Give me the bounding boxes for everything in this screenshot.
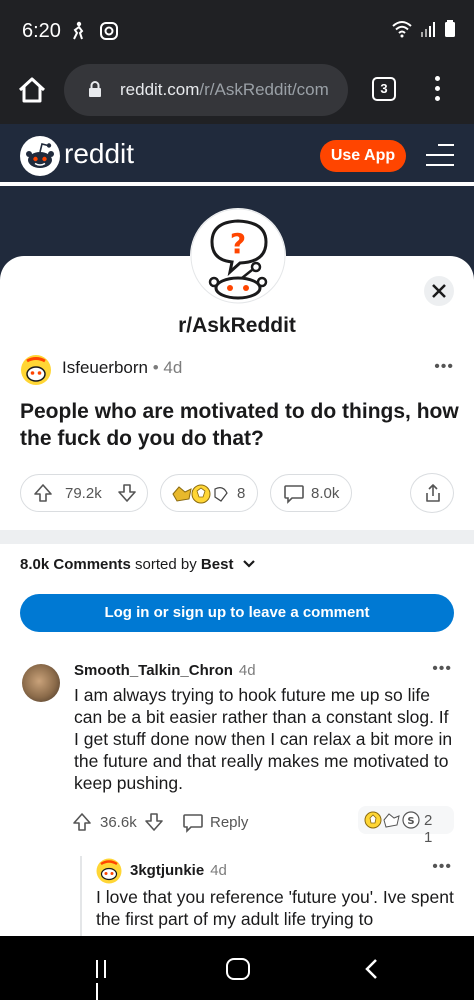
url-path: /r/AskReddit/com: [199, 80, 329, 99]
person-run-icon: [73, 22, 84, 40]
post-vote-bar: 79.2k: [20, 474, 148, 512]
instagram-icon: [100, 22, 119, 41]
home-nav-icon[interactable]: [226, 958, 250, 980]
browser-toolbar: reddit.com/r/AskReddit/com 3: [0, 60, 474, 124]
comment-timestamp: 4d: [210, 862, 227, 879]
post-timestamp: 4d: [163, 358, 183, 377]
url-text: reddit.com/r/AskReddit/com: [120, 80, 340, 100]
awards-icon: S: [364, 811, 420, 829]
sort-value[interactable]: Best: [201, 556, 234, 573]
status-bar: 6:20: [0, 0, 474, 60]
address-bar[interactable]: reddit.com/r/AskReddit/com: [64, 64, 348, 116]
comment-award-count: 2 1: [424, 812, 437, 846]
post-author-name[interactable]: Isfeuerborn: [62, 358, 148, 377]
comment-author-name[interactable]: 3kgtjunkie: [130, 862, 204, 879]
comments-count: 8.0k Comments: [20, 556, 131, 573]
post-share-button[interactable]: [410, 473, 454, 513]
wifi-icon: [392, 21, 412, 38]
comment-author-name[interactable]: Smooth_Talkin_Chron: [74, 662, 233, 679]
awards-icon: [172, 484, 228, 504]
notification-icons: [68, 20, 119, 41]
status-time: 6:20: [22, 20, 61, 42]
home-icon[interactable]: [16, 74, 48, 106]
browser-menu-icon[interactable]: [432, 76, 442, 104]
comment-awards[interactable]: S 2 1: [358, 806, 454, 846]
reply-button[interactable]: Reply: [210, 814, 248, 831]
author-avatar-icon[interactable]: [20, 354, 52, 386]
signal-icon: [420, 22, 435, 37]
post-comment-count: 8.0k: [311, 485, 340, 502]
battery-icon: [445, 20, 455, 37]
system-icons: [391, 20, 456, 38]
tab-switcher-button[interactable]: 3: [372, 77, 396, 101]
subreddit-name[interactable]: r/AskReddit: [0, 314, 474, 338]
close-icon: [432, 284, 446, 298]
upvote-icon[interactable]: [33, 483, 53, 503]
downvote-icon[interactable]: [144, 812, 164, 832]
comment-body: I love that you reference 'future you'. …: [96, 887, 454, 929]
comment-more-options-icon[interactable]: •••: [432, 858, 452, 876]
post-awards-button[interactable]: 8: [160, 474, 258, 512]
commenter-avatar[interactable]: [22, 664, 60, 702]
recent-apps-icon[interactable]: [96, 960, 118, 1000]
reply-icon[interactable]: [182, 813, 204, 833]
comment-author[interactable]: 3kgtjunkie 4d: [130, 862, 227, 879]
comments-sort-bar[interactable]: 8.0k Comments sorted by Best: [20, 556, 256, 573]
comment-score: 36.6k: [100, 814, 137, 831]
post-more-options-icon[interactable]: •••: [434, 358, 454, 376]
section-divider: [0, 530, 474, 544]
reddit-wordmark[interactable]: reddit: [64, 138, 134, 170]
post-meta: Isfeuerborn • 4d •••: [20, 352, 454, 386]
login-to-comment-button[interactable]: Log in or sign up to leave a comment: [20, 594, 454, 632]
comment-more-options-icon[interactable]: •••: [432, 660, 452, 678]
post-comments-button[interactable]: 8.0k: [270, 474, 352, 512]
reddit-header: reddit Use App: [0, 124, 474, 186]
svg-text:S: S: [407, 816, 414, 827]
url-host: reddit.com: [120, 80, 200, 99]
comment-icon: [284, 485, 304, 504]
reddit-logo-icon[interactable]: [20, 136, 60, 176]
share-icon: [426, 484, 440, 502]
comment-body: I am always trying to hook future me up …: [74, 685, 453, 793]
post-award-count: 8: [237, 485, 246, 502]
comment-author[interactable]: Smooth_Talkin_Chron 4d: [74, 662, 256, 679]
comment-timestamp: 4d: [238, 662, 256, 679]
sorted-by-label: sorted by: [135, 556, 197, 573]
back-icon[interactable]: [362, 958, 382, 980]
post-score: 79.2k: [65, 485, 102, 502]
upvote-icon[interactable]: [72, 812, 92, 832]
close-button[interactable]: [424, 276, 454, 306]
chevron-down-icon[interactable]: [242, 559, 256, 569]
meta-separator: •: [152, 358, 159, 377]
svg-text:?: ?: [230, 227, 246, 260]
system-navigation-bar: [0, 936, 474, 1000]
post-title: People who are motivated to do things, h…: [20, 400, 459, 450]
use-app-button[interactable]: Use App: [320, 140, 406, 172]
lock-icon: [89, 81, 101, 97]
thread-line[interactable]: [80, 856, 82, 946]
downvote-icon[interactable]: [117, 483, 137, 503]
subreddit-avatar-icon: ?: [190, 208, 286, 304]
hamburger-menu-icon[interactable]: [426, 144, 454, 166]
post-author[interactable]: Isfeuerborn • 4d: [62, 358, 182, 378]
commenter-avatar-icon[interactable]: [96, 858, 122, 884]
